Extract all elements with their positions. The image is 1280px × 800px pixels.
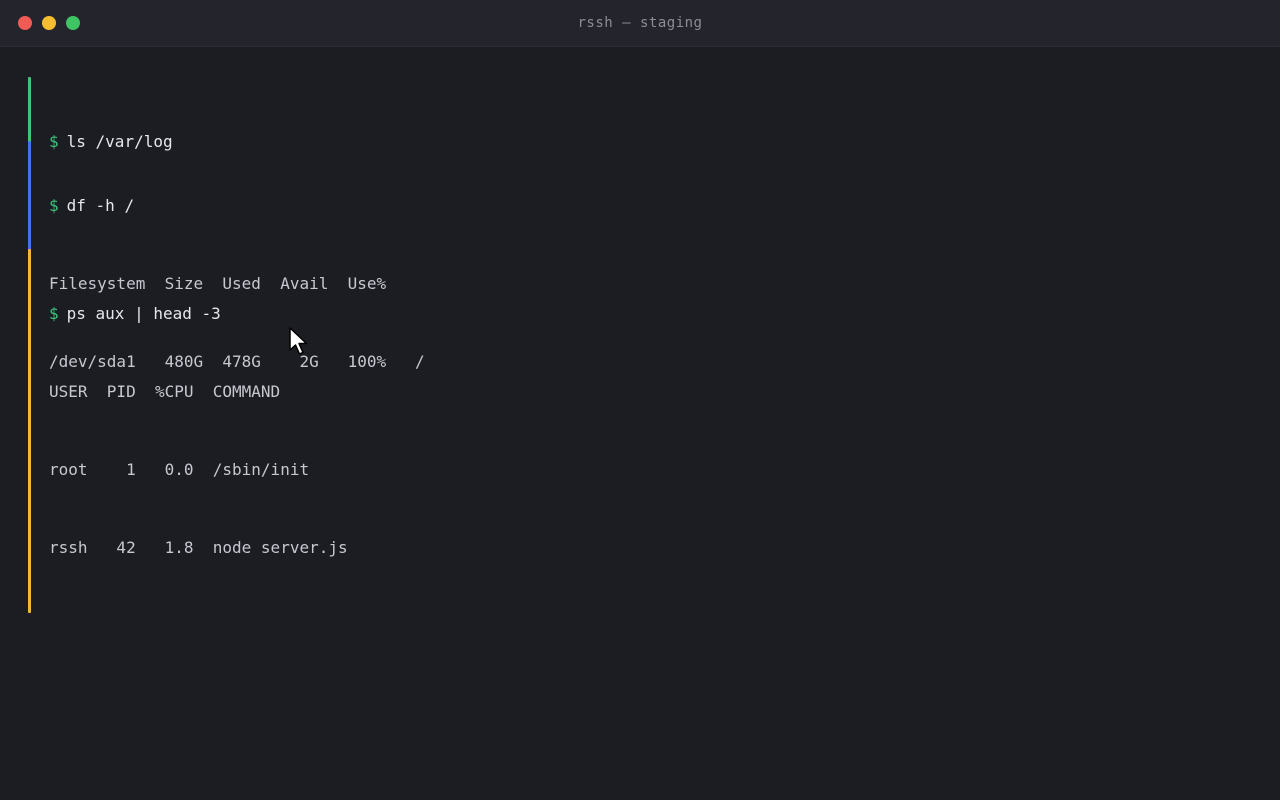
command-text: ps aux | head -3: [66, 304, 221, 323]
output-line: root 1 0.0 /sbin/init: [49, 460, 310, 479]
command-line: $ df -h /: [49, 193, 425, 219]
output-line: rssh 42 1.8 node server.js: [49, 538, 348, 557]
prompt-symbol: $: [49, 304, 59, 323]
window-title: rssh — staging: [577, 15, 703, 31]
command-text: df -h /: [66, 196, 135, 215]
prompt-symbol: $: [49, 196, 59, 215]
block-accent-bar: [28, 249, 31, 613]
terminal-window: rssh — staging $ ls /var/log $ df -h / Fil…: [0, 0, 1280, 800]
command-block-ps[interactable]: $ ps aux | head -3 USER PID %CPU COMMAND …: [28, 249, 348, 613]
mouse-pointer-icon: [289, 327, 308, 355]
command-line: $ ps aux | head -3: [49, 301, 348, 327]
output-line: USER PID %CPU COMMAND: [49, 382, 281, 401]
title-bar[interactable]: rssh — staging: [0, 0, 1280, 47]
terminal-output-area[interactable]: $ ls /var/log $ df -h / Filesystem Size Us…: [0, 47, 1280, 800]
